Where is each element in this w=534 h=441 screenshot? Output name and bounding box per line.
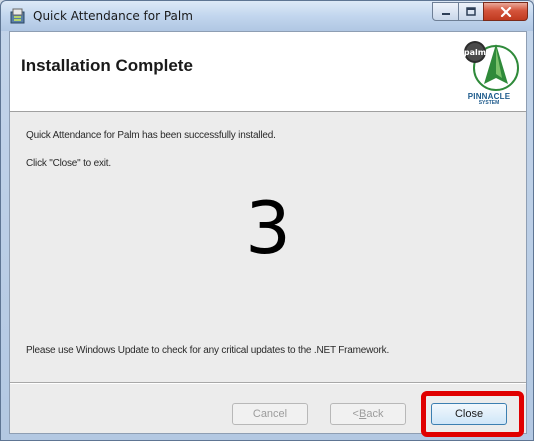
pinnacle-palm-logo: palm: [464, 41, 519, 91]
window-title: Quick Attendance for Palm: [33, 9, 193, 23]
title-bar[interactable]: Quick Attendance for Palm: [1, 1, 533, 31]
back-button-accelerator: B: [358, 408, 367, 420]
cancel-button-label: Cancel: [252, 408, 288, 420]
dialog-client-area: Installation Complete palm PINNACLE SYST…: [9, 31, 527, 437]
close-window-button[interactable]: [483, 2, 528, 21]
minimize-icon: [441, 12, 450, 15]
maximize-icon: [466, 7, 476, 16]
palm-badge-text: palm: [464, 48, 486, 57]
maximize-button[interactable]: [458, 2, 484, 21]
installer-window: Quick Attendance for Palm Installation C…: [0, 0, 534, 441]
close-button-highlight: [421, 391, 524, 437]
update-notice: Please use Windows Update to check for a…: [26, 345, 390, 356]
cancel-button[interactable]: Cancel: [232, 403, 308, 425]
pinnacle-logo: palm PINNACLE SYSTEM: [456, 38, 522, 108]
step-number: 3: [245, 186, 291, 270]
exit-hint: Click "Close" to exit.: [26, 158, 111, 169]
logo-subtitle: SYSTEM: [478, 100, 500, 106]
back-button[interactable]: < Back: [330, 403, 406, 425]
footer-divider: [10, 382, 526, 384]
minimize-button[interactable]: [432, 2, 459, 21]
close-icon: [500, 6, 511, 17]
success-message: Quick Attendance for Palm has been succe…: [26, 130, 276, 141]
header-banner: Installation Complete palm PINNACLE SYST…: [10, 32, 526, 112]
page-title: Installation Complete: [21, 56, 193, 75]
back-button-label: ack: [366, 408, 384, 420]
installer-icon: [10, 8, 25, 24]
